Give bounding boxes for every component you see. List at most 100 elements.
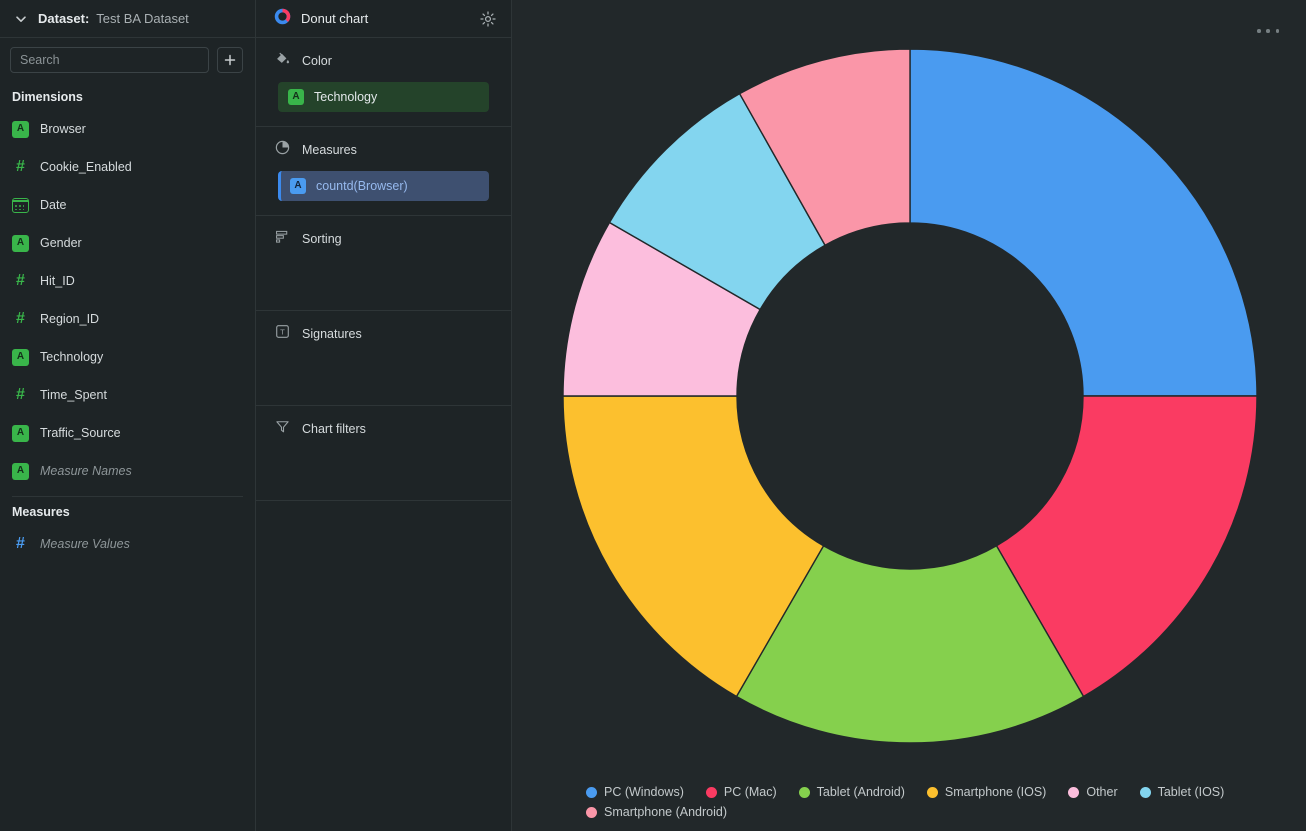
legend-item[interactable]: Smartphone (IOS) xyxy=(926,785,1047,799)
legend-color-swatch xyxy=(586,806,597,818)
shelf-sorting-header: Sorting xyxy=(256,228,511,250)
legend-item[interactable]: PC (Windows) xyxy=(586,785,684,799)
shelf-color-pills: A Technology xyxy=(256,72,511,112)
pill-technology-label: Technology xyxy=(314,90,378,104)
shelf-signatures-label: Signatures xyxy=(302,327,362,341)
legend-color-swatch xyxy=(586,786,597,798)
donut-chart-icon xyxy=(274,8,291,30)
legend-item[interactable]: Other xyxy=(1068,785,1118,799)
calendar-field-icon xyxy=(12,197,29,213)
shelf-color[interactable]: Color A Technology xyxy=(256,38,511,127)
chart-type-header[interactable]: Donut chart xyxy=(256,0,511,38)
legend-color-swatch xyxy=(1139,786,1151,798)
abc-field-icon: A xyxy=(12,424,29,442)
legend-label: Smartphone (Android) xyxy=(604,805,727,819)
field-label: Measure Values xyxy=(40,537,130,551)
field-label: Browser xyxy=(40,122,86,136)
legend-label: Tablet (IOS) xyxy=(1157,785,1225,799)
legend-color-swatch xyxy=(798,786,810,798)
number-field-icon: # xyxy=(16,310,25,327)
chart-canvas: PC (Windows) PC (Mac) Tablet (Android) Smar… xyxy=(512,0,1306,831)
measures-list: # Measure Values xyxy=(0,525,255,563)
legend-label: Tablet (Android) xyxy=(816,785,905,799)
svg-text:T: T xyxy=(280,328,285,337)
gear-icon[interactable] xyxy=(479,10,497,28)
paint-bucket-icon xyxy=(274,50,291,72)
shelf-measures[interactable]: Measures A countd(Browser) xyxy=(256,127,511,216)
data-sidebar: Dataset: Test BA Dataset Dimensions A Bro… xyxy=(0,0,256,831)
dimension-item-measure-names[interactable]: A Measure Names xyxy=(0,452,255,490)
dimension-item-traffic-source[interactable]: A Traffic_Source xyxy=(0,414,255,452)
pie-slice-icon xyxy=(274,139,291,161)
legend-color-swatch xyxy=(1068,786,1080,798)
legend-item[interactable]: Tablet (Android) xyxy=(798,785,905,799)
field-label: Gender xyxy=(40,236,82,250)
dimension-item-date[interactable]: Date xyxy=(0,186,255,224)
legend-item[interactable]: PC (Mac) xyxy=(705,785,777,799)
field-label: Traffic_Source xyxy=(40,426,121,440)
dataset-label: Dataset: xyxy=(38,11,90,26)
shelf-sorting-label: Sorting xyxy=(302,232,342,246)
add-field-button[interactable] xyxy=(217,47,243,73)
dataset-header[interactable]: Dataset: Test BA Dataset xyxy=(0,0,255,38)
donut-chart xyxy=(563,49,1257,743)
shelf-signatures[interactable]: T Signatures xyxy=(256,311,511,406)
legend-label: Smartphone (IOS) xyxy=(944,785,1047,799)
chevron-down-icon[interactable] xyxy=(12,10,30,28)
dimensions-title: Dimensions xyxy=(12,90,83,104)
legend-label: PC (Windows) xyxy=(604,785,684,799)
dataset-name: Test BA Dataset xyxy=(96,11,189,26)
number-field-icon: # xyxy=(16,272,25,289)
funnel-icon xyxy=(274,418,291,440)
pill-countd-browser-label: countd(Browser) xyxy=(316,179,408,193)
number-field-icon: # xyxy=(16,386,25,403)
shelf-signatures-header: T Signatures xyxy=(256,323,511,345)
shelf-color-label: Color xyxy=(302,54,332,68)
field-label: Hit_ID xyxy=(40,274,75,288)
abc-field-icon: A xyxy=(288,89,304,105)
number-field-icon: # xyxy=(16,535,25,552)
chart-legend: PC (Windows) PC (Mac) Tablet (Android) Smar… xyxy=(586,785,1276,819)
legend-color-swatch xyxy=(926,786,938,798)
field-label: Time_Spent xyxy=(40,388,107,402)
text-box-icon: T xyxy=(274,323,291,345)
more-horizontal-icon[interactable] xyxy=(1257,24,1279,38)
legend-label: PC (Mac) xyxy=(723,785,777,799)
legend-item[interactable]: Smartphone (Android) xyxy=(586,805,727,819)
donut-slice[interactable] xyxy=(909,49,1257,397)
search-row xyxy=(0,38,255,82)
shelf-chart-filters-label: Chart filters xyxy=(302,422,366,436)
legend-color-swatch xyxy=(705,786,717,798)
app-root: Dataset: Test BA Dataset Dimensions A Bro… xyxy=(0,0,1306,831)
shelf-measures-pills: A countd(Browser) xyxy=(256,161,511,201)
shelf-sorting[interactable]: Sorting xyxy=(256,216,511,311)
abc-field-icon: A xyxy=(12,462,29,480)
search-input[interactable] xyxy=(10,47,209,73)
chart-type-label: Donut chart xyxy=(301,11,369,26)
shelf-color-header: Color xyxy=(256,50,511,72)
legend-label: Other xyxy=(1086,785,1118,799)
pill-technology[interactable]: A Technology xyxy=(278,82,489,112)
field-label: Measure Names xyxy=(40,464,132,478)
shelf-chart-filters-header: Chart filters xyxy=(256,418,511,440)
donut-chart-svg[interactable] xyxy=(563,49,1257,743)
dimension-item-technology[interactable]: A Technology xyxy=(0,338,255,376)
dimension-item-cookie-enabled[interactable]: # Cookie_Enabled xyxy=(0,148,255,186)
pill-countd-browser[interactable]: A countd(Browser) xyxy=(278,171,489,201)
abc-field-icon: A xyxy=(290,178,306,194)
sort-icon xyxy=(274,228,291,250)
number-field-icon: # xyxy=(16,158,25,175)
measure-item-measure-values[interactable]: # Measure Values xyxy=(0,525,255,563)
dimension-item-time-spent[interactable]: # Time_Spent xyxy=(0,376,255,414)
dimension-item-gender[interactable]: A Gender xyxy=(0,224,255,262)
dimension-item-hit-id[interactable]: # Hit_ID xyxy=(0,262,255,300)
shelf-chart-filters[interactable]: Chart filters xyxy=(256,406,511,501)
shelf-panel: Donut chart Color A Technology Measures … xyxy=(256,0,512,831)
dimension-item-region-id[interactable]: # Region_ID xyxy=(0,300,255,338)
legend-item[interactable]: Tablet (IOS) xyxy=(1139,785,1225,799)
dimension-item-browser[interactable]: A Browser xyxy=(0,110,255,148)
field-label: Cookie_Enabled xyxy=(40,160,132,174)
field-label: Region_ID xyxy=(40,312,100,326)
shelf-measures-header: Measures xyxy=(256,139,511,161)
field-label: Date xyxy=(40,198,67,212)
